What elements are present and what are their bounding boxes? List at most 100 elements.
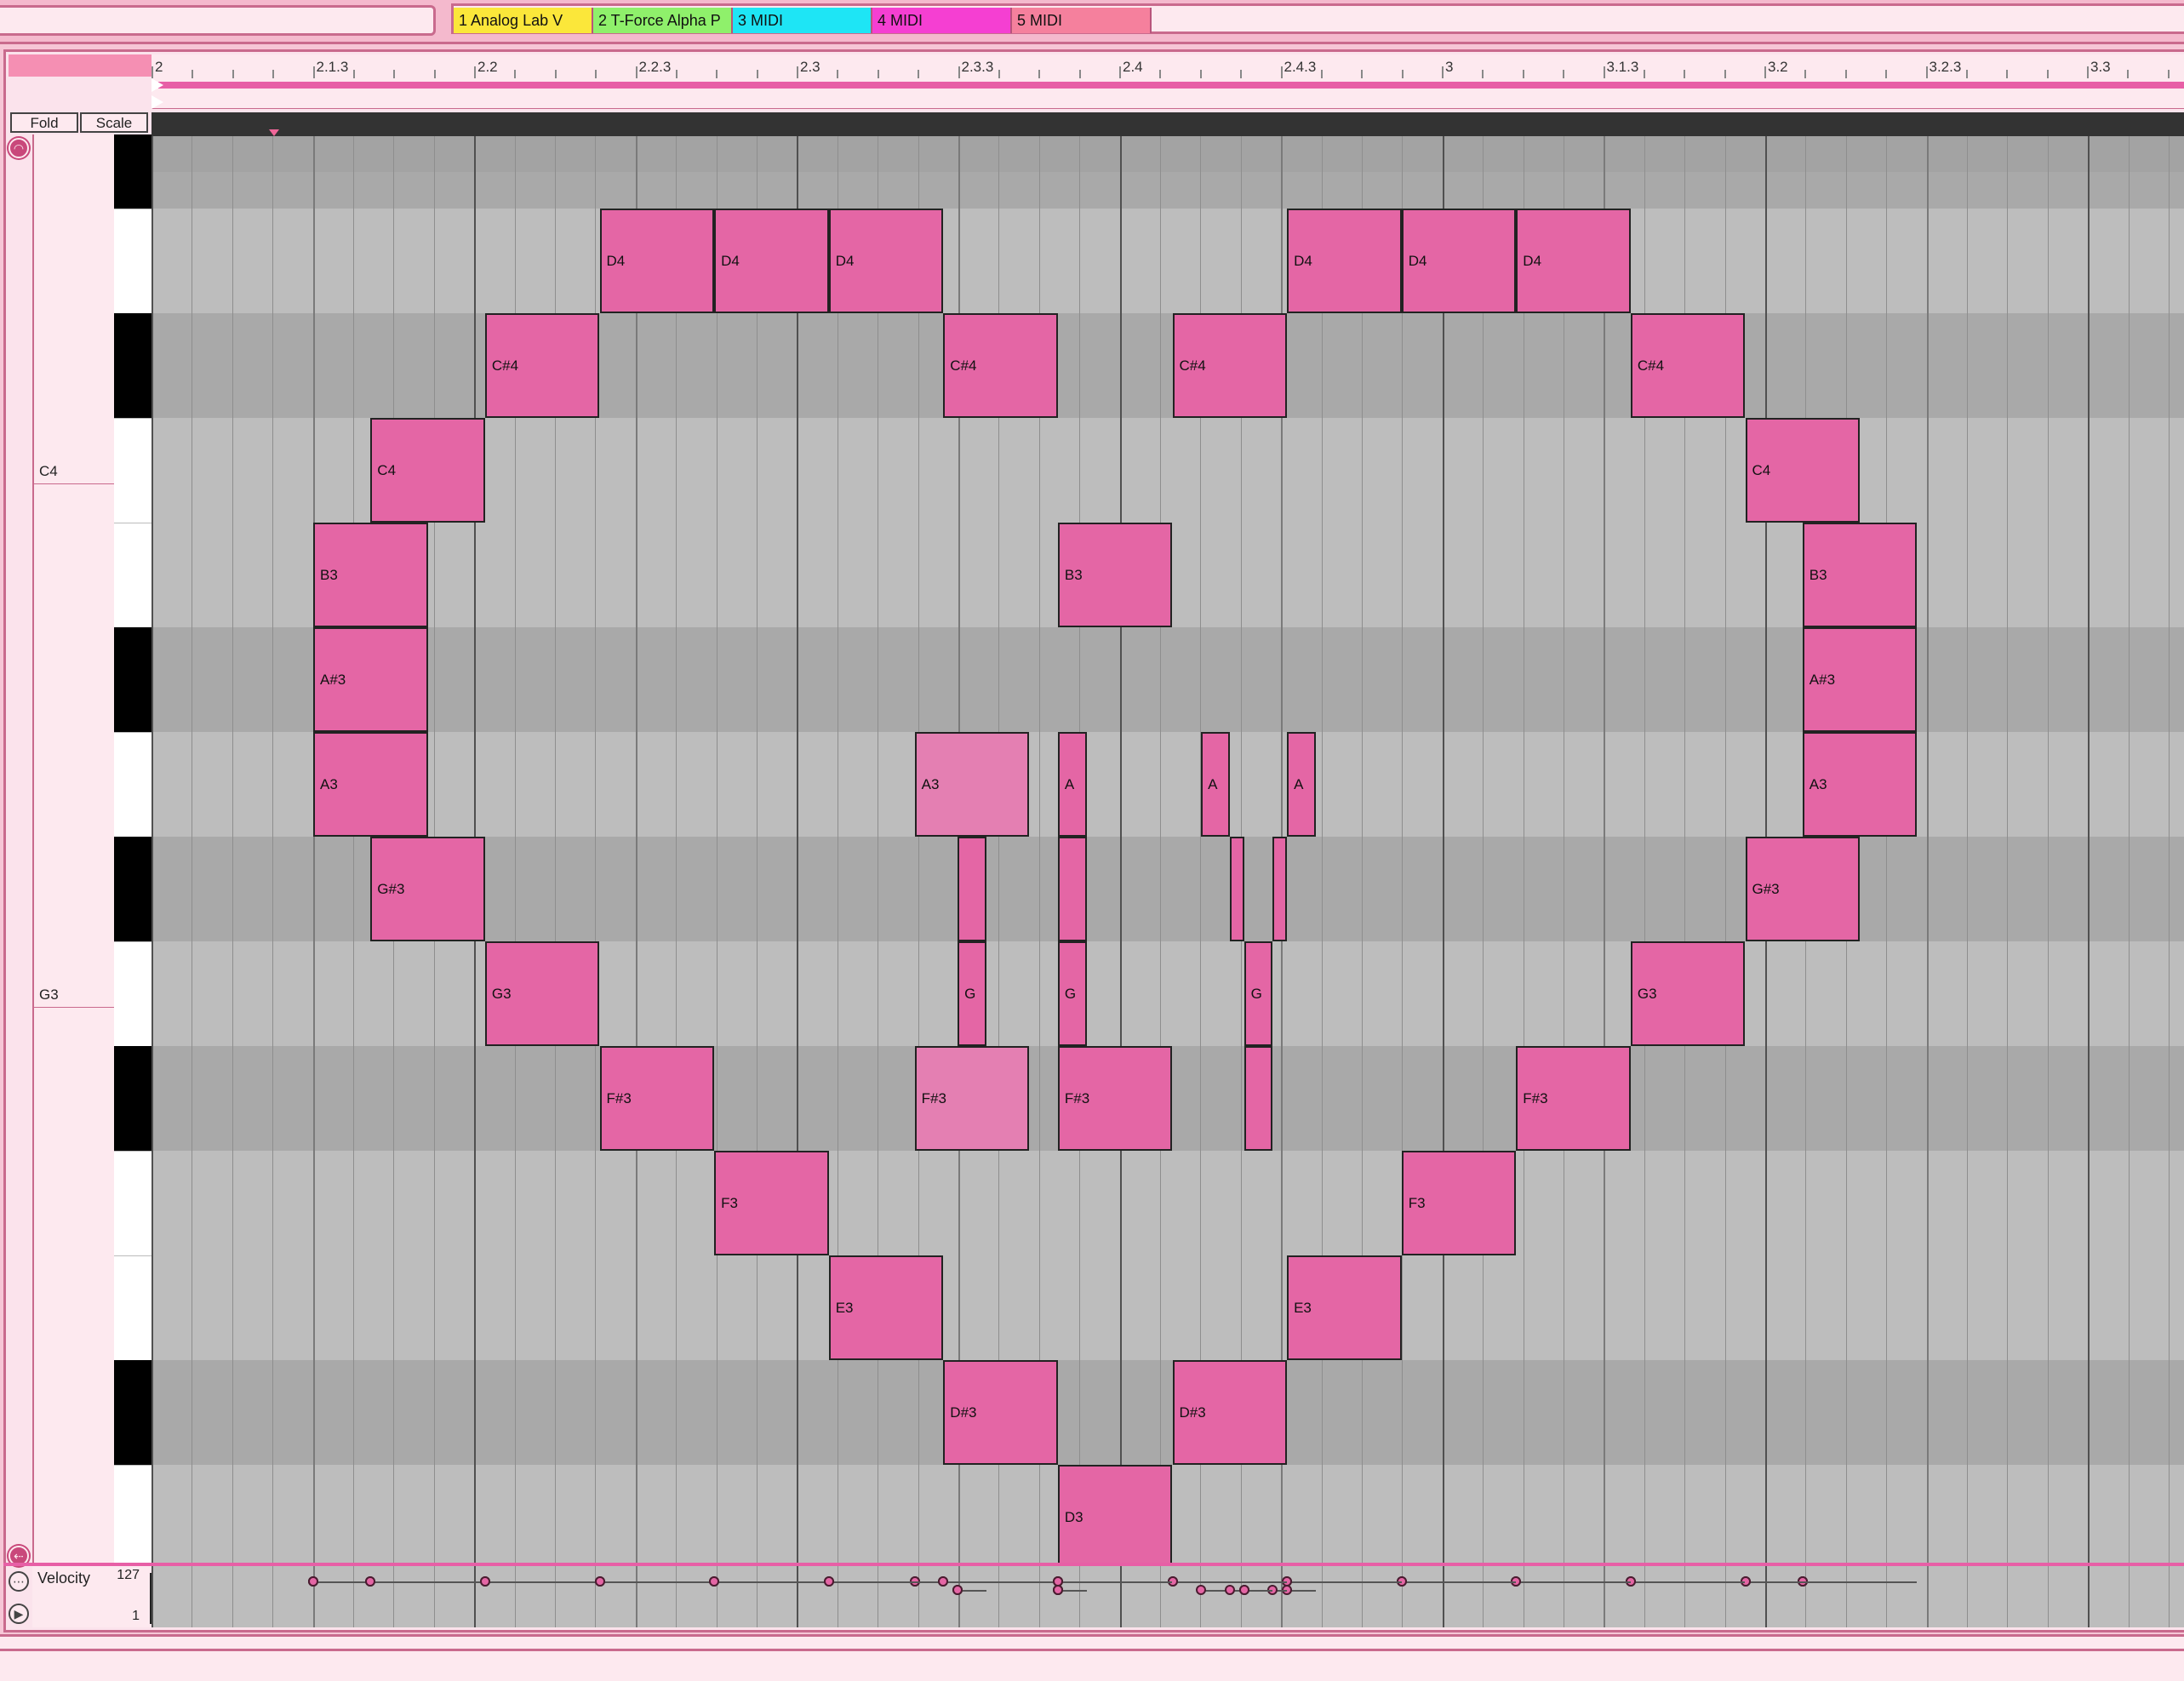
white-key[interactable] [114, 941, 152, 942]
note-row[interactable] [152, 136, 2184, 172]
midi-note[interactable]: G3 [1630, 941, 1746, 1046]
white-key[interactable] [114, 732, 152, 733]
midi-note[interactable]: B3 [313, 523, 428, 627]
white-key[interactable] [114, 418, 152, 419]
white-key[interactable] [114, 1255, 152, 1256]
velocity-handle[interactable] [479, 1576, 490, 1587]
loop-brace[interactable] [158, 82, 2184, 89]
midi-note[interactable]: G [1057, 941, 1087, 1046]
start-marker-icon[interactable] [152, 78, 163, 92]
midi-note[interactable]: D#3 [943, 1360, 1058, 1465]
midi-note[interactable]: A#3 [1802, 627, 1918, 732]
velocity-handle[interactable] [308, 1576, 318, 1587]
midi-note[interactable]: F#3 [1057, 1046, 1173, 1151]
midi-note[interactable]: D4 [1401, 209, 1517, 313]
midi-note[interactable] [1229, 837, 1244, 941]
velocity-lane[interactable] [152, 1566, 2184, 1627]
piano-roll-window: 1 Analog Lab V 2 T-Force Alpha P 3 MIDI … [0, 0, 2184, 1681]
track-tab-2[interactable]: 2 T-Force Alpha P [593, 8, 733, 33]
midi-note[interactable]: C4 [1745, 418, 1861, 523]
midi-note[interactable]: B3 [1802, 523, 1918, 627]
white-key[interactable] [114, 1151, 152, 1152]
lane-options-icon[interactable]: ⋯ [9, 1571, 29, 1592]
velocity-handle[interactable] [952, 1585, 963, 1595]
midi-note[interactable]: D4 [1287, 209, 1402, 313]
midi-note[interactable]: F3 [1401, 1151, 1517, 1255]
black-key[interactable] [114, 627, 152, 732]
fold-button[interactable]: Fold [10, 112, 78, 133]
time-ruler[interactable]: 2 2.1.3 2.2 2.2.3 2.3 2.3.3 2.4 2.4.3 3 3.1.3 3.2 3… [152, 54, 2184, 78]
midi-note[interactable]: F#3 [914, 1046, 1030, 1151]
midi-note[interactable]: C#4 [943, 313, 1058, 418]
midi-note[interactable]: G [1244, 941, 1273, 1046]
midi-note[interactable] [1244, 1046, 1273, 1151]
note-grid[interactable]: D4 D4 D4 D4 D4 D4 C#4 C#4 C#4 C#4 C4 C4 B3 B3 B3 A#3 A#3… [152, 136, 2184, 1564]
midi-note[interactable]: G3 [484, 941, 600, 1046]
track-tab-3[interactable]: 3 MIDI [733, 8, 872, 33]
midi-note[interactable]: A3 [313, 732, 428, 837]
velocity-handle[interactable] [1224, 1585, 1235, 1595]
midi-note[interactable]: D4 [828, 209, 944, 313]
play-lane-icon[interactable]: ▶ [9, 1604, 29, 1624]
midi-note[interactable]: E3 [1287, 1255, 1402, 1360]
note-row[interactable] [152, 1151, 2184, 1255]
white-key[interactable] [114, 1465, 152, 1466]
black-key[interactable] [114, 1360, 152, 1465]
scrub-area[interactable] [152, 112, 2184, 136]
ruler-subtick [1159, 70, 1162, 78]
velocity-handle[interactable] [938, 1576, 949, 1587]
velocity-handle[interactable] [1196, 1585, 1207, 1595]
midi-note[interactable]: A [1287, 732, 1316, 837]
black-key[interactable] [114, 1046, 152, 1151]
midi-note[interactable]: G [958, 941, 986, 1046]
midi-note[interactable] [1057, 837, 1087, 941]
black-key[interactable] [114, 134, 152, 209]
midi-note[interactable]: C#4 [1172, 313, 1288, 418]
midi-note[interactable]: G#3 [370, 837, 485, 941]
note-row[interactable] [152, 1255, 2184, 1360]
black-key[interactable] [114, 837, 152, 941]
midi-note[interactable]: F#3 [599, 1046, 715, 1151]
velocity-handle[interactable] [365, 1576, 376, 1587]
scale-button[interactable]: Scale [80, 112, 148, 133]
velocity-handle[interactable] [1052, 1576, 1063, 1587]
track-tab-4[interactable]: 4 MIDI [872, 8, 1012, 33]
midi-note[interactable]: D4 [599, 209, 715, 313]
preview-headphones-icon[interactable]: ◠ [9, 138, 29, 158]
end-marker-icon[interactable] [152, 95, 163, 109]
midi-note[interactable]: D3 [1057, 1465, 1173, 1564]
black-key[interactable] [114, 313, 152, 418]
note-row[interactable] [152, 941, 2184, 1046]
midi-note[interactable] [1272, 837, 1288, 941]
note-row[interactable] [152, 313, 2184, 418]
midi-note[interactable]: D4 [1516, 209, 1631, 313]
track-tab-5[interactable]: 5 MIDI [1012, 8, 1152, 33]
midi-note[interactable]: G#3 [1745, 837, 1861, 941]
midi-note[interactable] [958, 837, 986, 941]
velocity-handle[interactable] [594, 1576, 605, 1587]
midi-note[interactable]: D4 [714, 209, 829, 313]
midi-note[interactable]: C#4 [1630, 313, 1746, 418]
midi-note[interactable]: B3 [1057, 523, 1173, 627]
velocity-handle[interactable] [709, 1576, 720, 1587]
midi-note[interactable]: C4 [370, 418, 485, 523]
note-label: A3 [921, 775, 940, 792]
midi-note[interactable]: F3 [714, 1151, 829, 1255]
velocity-handle[interactable] [823, 1576, 834, 1587]
midi-note[interactable]: A [1201, 732, 1230, 837]
midi-note[interactable]: A [1057, 732, 1087, 837]
loop-bar[interactable] [152, 78, 2184, 95]
clip-name-field[interactable] [0, 5, 436, 36]
note-row[interactable] [152, 1360, 2184, 1465]
midi-note[interactable]: A#3 [313, 627, 428, 732]
track-tab-1[interactable]: 1 Analog Lab V [454, 8, 593, 33]
piano-keyboard[interactable] [114, 134, 152, 1570]
midi-note[interactable]: D#3 [1172, 1360, 1288, 1465]
midi-note[interactable]: A3 [914, 732, 1030, 837]
midi-note[interactable]: C#4 [484, 313, 600, 418]
note-row[interactable] [152, 209, 2184, 313]
midi-note[interactable]: E3 [828, 1255, 944, 1360]
midi-note[interactable]: F#3 [1516, 1046, 1631, 1151]
velocity-handle[interactable] [1238, 1585, 1249, 1595]
midi-note[interactable]: A3 [1802, 732, 1918, 837]
